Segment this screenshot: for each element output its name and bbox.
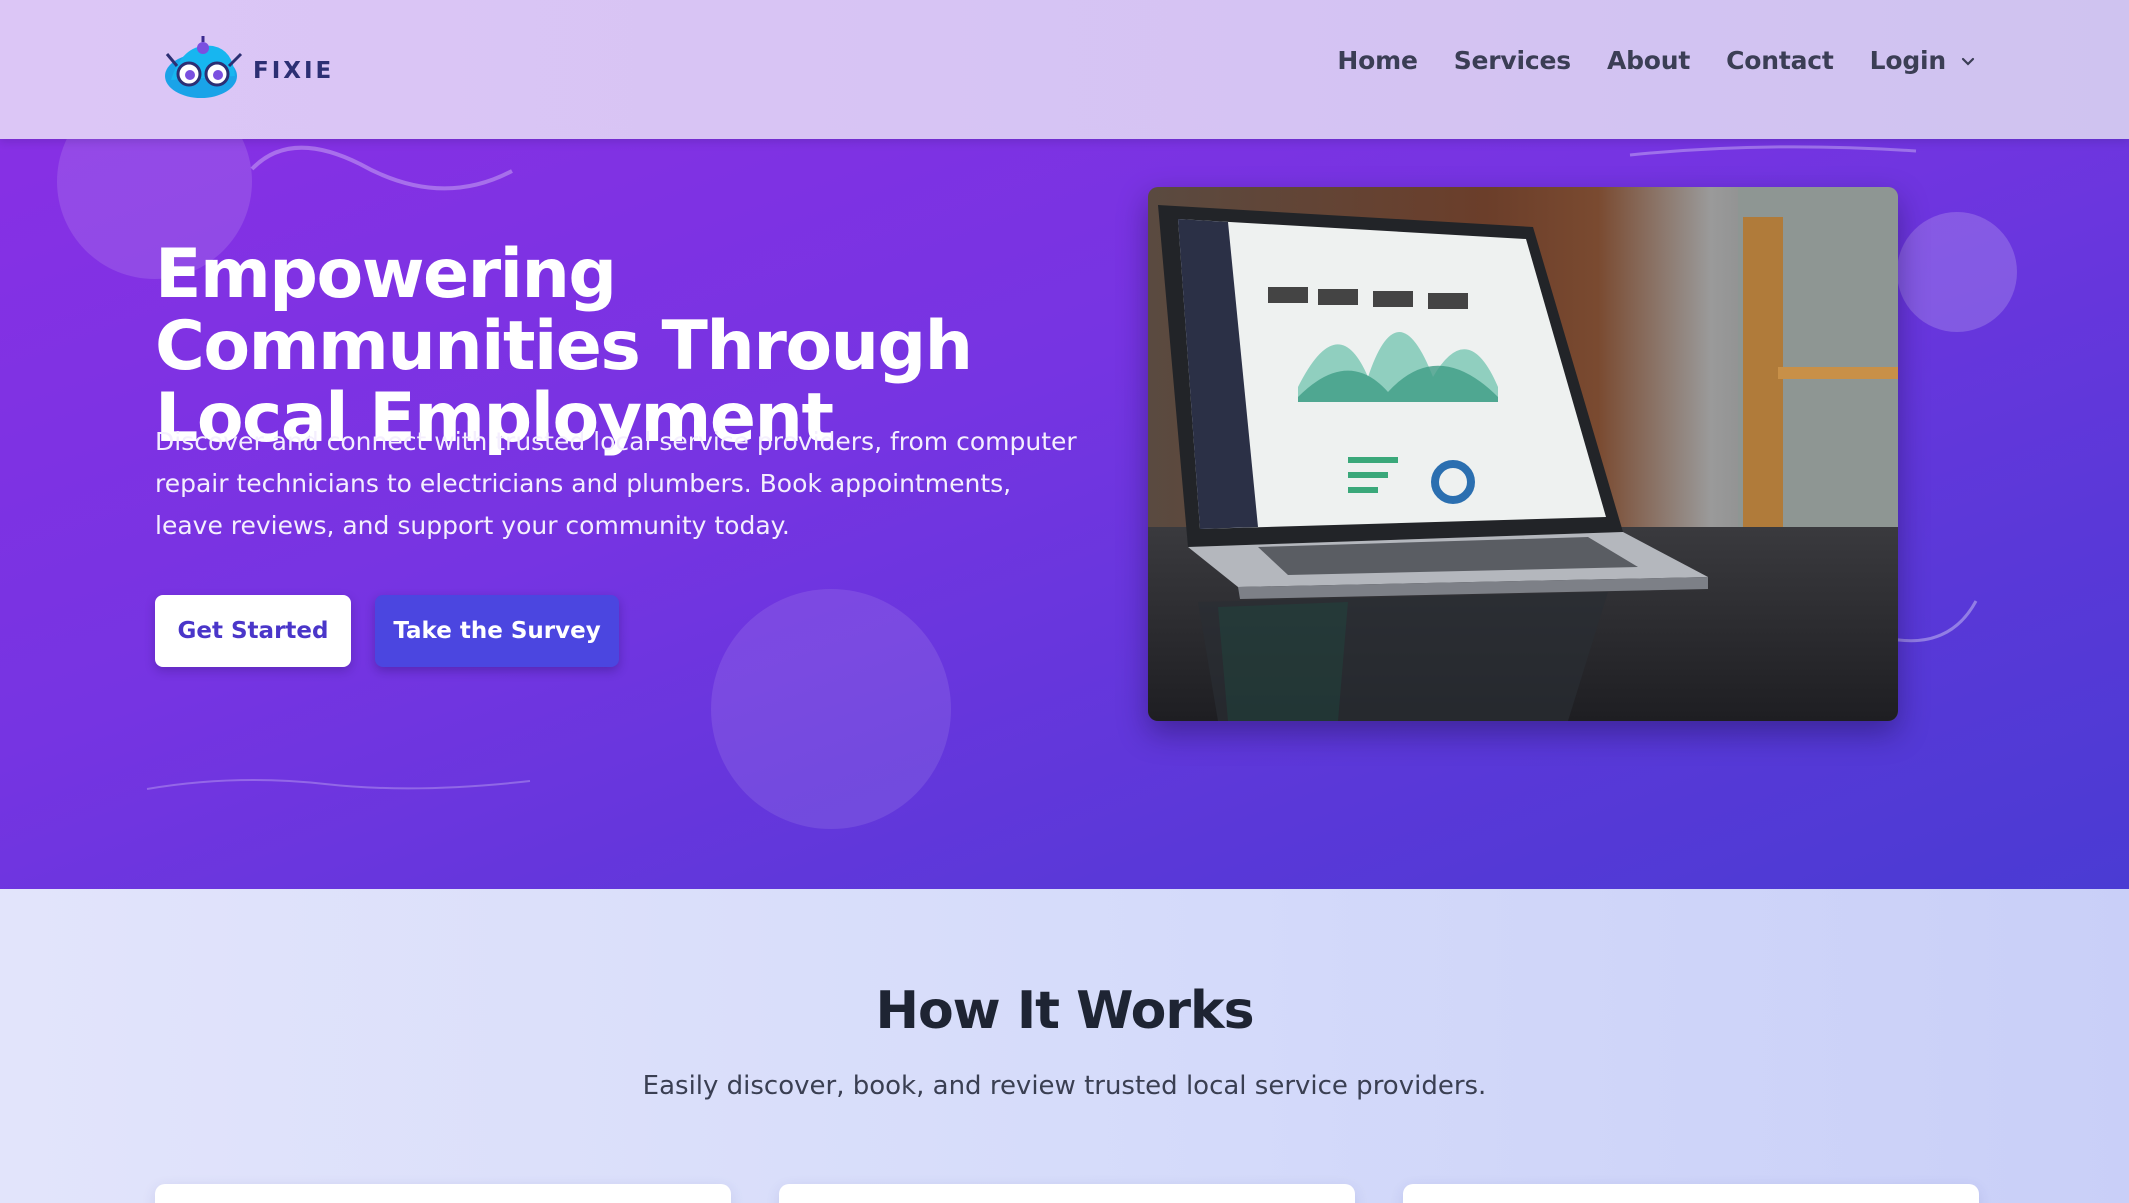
- hero-laptop-image: [1148, 187, 1898, 721]
- feature-card: [1403, 1184, 1979, 1203]
- decorative-circle: [1897, 212, 2017, 332]
- decorative-wave: [146, 779, 531, 790]
- take-survey-button[interactable]: Take the Survey: [375, 595, 619, 667]
- how-it-works-subtitle: Easily discover, book, and review truste…: [642, 1071, 1487, 1101]
- feature-card: [779, 1184, 1355, 1203]
- nav-home[interactable]: Home: [1337, 46, 1418, 75]
- hero-description: Discover and connect with trusted local …: [155, 427, 1077, 540]
- how-it-works-title: How It Works: [875, 981, 1254, 1041]
- how-it-works-section: How It Works Easily discover, book, and …: [0, 889, 2129, 1203]
- nav-about[interactable]: About: [1607, 46, 1690, 75]
- logo[interactable]: FIXIE: [163, 36, 334, 100]
- get-started-button[interactable]: Get Started: [155, 595, 351, 667]
- logo-text: FIXIE: [253, 58, 335, 84]
- nav-services[interactable]: Services: [1454, 46, 1571, 75]
- decorative-wave: [1629, 145, 1917, 157]
- site-header: FIXIE Home Services About Contact Login: [0, 0, 2129, 139]
- decorative-circle: [711, 589, 951, 829]
- fixie-mascot-icon: [163, 36, 245, 100]
- nav-login-label: Login: [1869, 46, 1947, 75]
- chevron-down-icon: [1961, 57, 1975, 66]
- nav-login-dropdown[interactable]: Login: [1870, 46, 1976, 75]
- feature-card: [155, 1184, 731, 1203]
- decorative-wave: [250, 145, 513, 191]
- main-nav: Home Services About Contact Login: [1337, 46, 1976, 75]
- decorative-wave: [1891, 600, 1978, 643]
- hero-section: Empowering Communities Through Local Emp…: [0, 139, 2129, 889]
- nav-contact[interactable]: Contact: [1726, 46, 1834, 75]
